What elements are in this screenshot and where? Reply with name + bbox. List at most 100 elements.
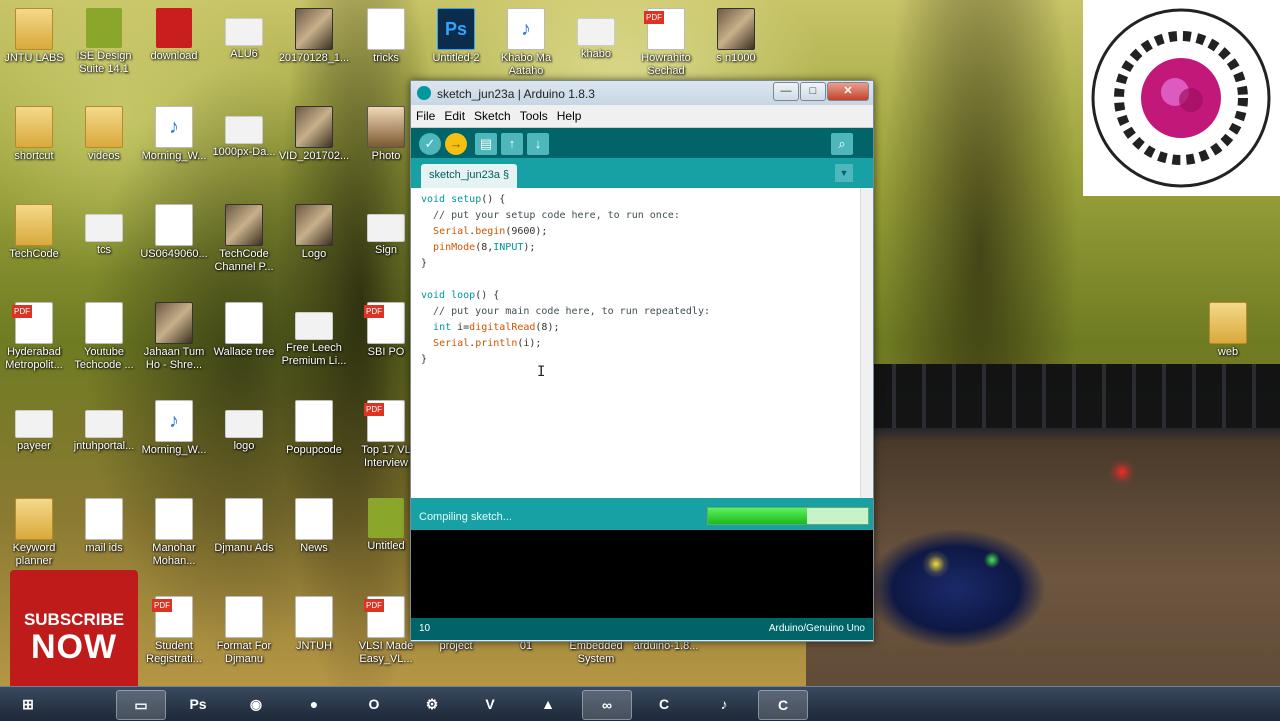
- desktop-icon[interactable]: 1000px-Da...: [206, 106, 282, 159]
- verify-button[interactable]: ✓: [419, 133, 441, 155]
- desktop-icon[interactable]: shortcut: [0, 106, 72, 163]
- desktop-icon[interactable]: web: [1190, 302, 1266, 359]
- desktop-icon[interactable]: Logo: [276, 204, 352, 261]
- code-token: int: [433, 322, 452, 333]
- title-bar[interactable]: sketch_jun23a | Arduino 1.8.3 — □ ✕: [411, 81, 873, 105]
- audio-taskbar-button[interactable]: ♪: [700, 690, 748, 718]
- start-button[interactable]: ⊞: [4, 690, 52, 718]
- vivaldi-taskbar-button[interactable]: V: [466, 690, 514, 718]
- desktop-icon[interactable]: VID_201702...: [276, 106, 352, 163]
- desktop-icon[interactable]: Free Leech Premium Li...: [276, 302, 352, 368]
- arduino-window[interactable]: sketch_jun23a | Arduino 1.8.3 — □ ✕ File…: [410, 80, 874, 642]
- desktop-icon[interactable]: Howrahito Sechad: [628, 8, 704, 78]
- desktop-icon[interactable]: khabo: [558, 8, 634, 61]
- desktop-icon-label: tcs: [96, 244, 112, 256]
- code-line[interactable]: }: [421, 352, 710, 368]
- desktop-icon[interactable]: News: [276, 498, 352, 555]
- desktop-icon[interactable]: videos: [66, 106, 142, 163]
- opera-taskbar-button[interactable]: O: [350, 690, 398, 718]
- desktop-icon[interactable]: Jahaan Tum Ho - Shre...: [136, 302, 212, 372]
- maximize-button[interactable]: □: [800, 82, 826, 101]
- desktop-icon-label: Student Registrati...: [146, 640, 202, 665]
- explorer-taskbar-button[interactable]: ▭: [116, 690, 166, 720]
- desktop-icon[interactable]: Djmanu Ads: [206, 498, 282, 555]
- desktop-icon[interactable]: 20170128_1...: [276, 8, 352, 65]
- desktop-icon[interactable]: payeer: [0, 400, 72, 453]
- code-line[interactable]: // put your setup code here, to run once…: [421, 208, 710, 224]
- desktop-icon[interactable]: Ps Untitled-2: [418, 8, 494, 65]
- code-line[interactable]: void loop() {: [421, 288, 710, 304]
- camtasia-recorder-taskbar-button[interactable]: C: [758, 690, 808, 720]
- desktop-icon[interactable]: logo: [206, 400, 282, 453]
- desktop-icon[interactable]: Popupcode: [276, 400, 352, 457]
- code-line[interactable]: Serial.begin(9600);: [421, 224, 710, 240]
- code-token: loop: [451, 290, 476, 301]
- desktop-icon[interactable]: JNTU LABS: [0, 8, 72, 65]
- console-output[interactable]: [411, 530, 873, 618]
- desktop-icon[interactable]: ♪ Khabo Ma Aataho: [488, 8, 564, 78]
- desktop-icon[interactable]: Student Registrati...: [136, 596, 212, 666]
- desktop-icon[interactable]: US0649060...: [136, 204, 212, 261]
- upload-button[interactable]: →: [445, 133, 467, 155]
- desktop-icon[interactable]: Keyword planner: [0, 498, 72, 568]
- desktop-icon[interactable]: tcs: [66, 204, 142, 257]
- desktop-icon[interactable]: TechCode Channel P...: [206, 204, 282, 274]
- desktop-icon[interactable]: Manohar Mohan...: [136, 498, 212, 568]
- code-text[interactable]: void setup() { // put your setup code he…: [421, 192, 710, 368]
- firefox-taskbar-button[interactable]: ●: [290, 690, 338, 718]
- desktop-icon[interactable]: ♪ Morning_W...: [136, 400, 212, 457]
- desktop-icon[interactable]: ISE Design Suite 14.1: [66, 8, 142, 76]
- folder-file-icon: [15, 204, 53, 246]
- desktop-icon[interactable]: tricks: [348, 8, 424, 65]
- new-button[interactable]: ▤: [475, 133, 497, 155]
- code-line[interactable]: [421, 272, 710, 288]
- minimize-button[interactable]: —: [773, 82, 799, 101]
- code-token: i=: [451, 322, 470, 333]
- desktop-icon[interactable]: download: [136, 8, 212, 63]
- code-line[interactable]: void setup() {: [421, 192, 710, 208]
- desktop-icon-label: Youtube Techcode ...: [74, 346, 134, 371]
- menu-sketch[interactable]: Sketch: [469, 105, 515, 123]
- brave-taskbar-button[interactable]: ▲: [524, 690, 572, 718]
- desktop-icon[interactable]: ALU6: [206, 8, 282, 61]
- desktop-icon[interactable]: Youtube Techcode ...: [66, 302, 142, 372]
- desktop-icon[interactable]: Hyderabad Metropolit...: [0, 302, 72, 372]
- code-line[interactable]: pinMode(8,INPUT);: [421, 240, 710, 256]
- desktop-icon[interactable]: jntuhportal...: [66, 400, 142, 453]
- desktop-icon-label: Djmanu Ads: [214, 542, 274, 554]
- tab-menu-button[interactable]: ▼: [835, 164, 853, 182]
- arduino-taskbar-button[interactable]: ∞: [582, 690, 632, 720]
- code-line[interactable]: // put your main code here, to run repea…: [421, 304, 710, 320]
- menu-help[interactable]: Help: [552, 105, 586, 123]
- serial-monitor-button[interactable]: ⌕: [831, 133, 853, 155]
- thumb-file-icon: [295, 106, 333, 148]
- open-button[interactable]: ↑: [501, 133, 523, 155]
- desktop-icon-label: 20170128_1...: [278, 52, 350, 64]
- desktop-icon[interactable]: JNTUH: [276, 596, 352, 653]
- menu-edit[interactable]: Edit: [439, 105, 469, 123]
- menu-tools[interactable]: Tools: [515, 105, 552, 123]
- desktop-icon[interactable]: s n1000: [698, 8, 774, 65]
- status-bar: Compiling sketch...: [411, 498, 873, 530]
- chrome-taskbar-button[interactable]: ◉: [232, 690, 280, 718]
- desktop-icon-label: tricks: [373, 52, 399, 64]
- code-editor[interactable]: void setup() { // put your setup code he…: [411, 188, 861, 498]
- save-button[interactable]: ↓: [527, 133, 549, 155]
- code-line[interactable]: }: [421, 256, 710, 272]
- folder-file-icon: [1209, 302, 1247, 344]
- editor-scrollbar[interactable]: [860, 188, 873, 498]
- camtasia-taskbar-button[interactable]: C: [640, 690, 688, 718]
- app-taskbar-button[interactable]: ⚙: [408, 690, 456, 718]
- photoshop-taskbar-button[interactable]: Ps: [174, 690, 222, 718]
- desktop-icon[interactable]: ♪ Morning_W...: [136, 106, 212, 163]
- code-line[interactable]: int i=digitalRead(8);: [421, 320, 710, 336]
- desktop-icon[interactable]: TechCode: [0, 204, 72, 261]
- close-button[interactable]: ✕: [827, 82, 869, 101]
- tab-sketch[interactable]: sketch_jun23a §: [421, 164, 518, 188]
- desktop-icon[interactable]: Wallace tree: [206, 302, 282, 359]
- desktop-icon[interactable]: mail ids: [66, 498, 142, 555]
- code-line[interactable]: Serial.println(i);: [421, 336, 710, 352]
- desktop-icon[interactable]: Format For Djmanu: [206, 596, 282, 666]
- menu-file[interactable]: File: [411, 105, 439, 123]
